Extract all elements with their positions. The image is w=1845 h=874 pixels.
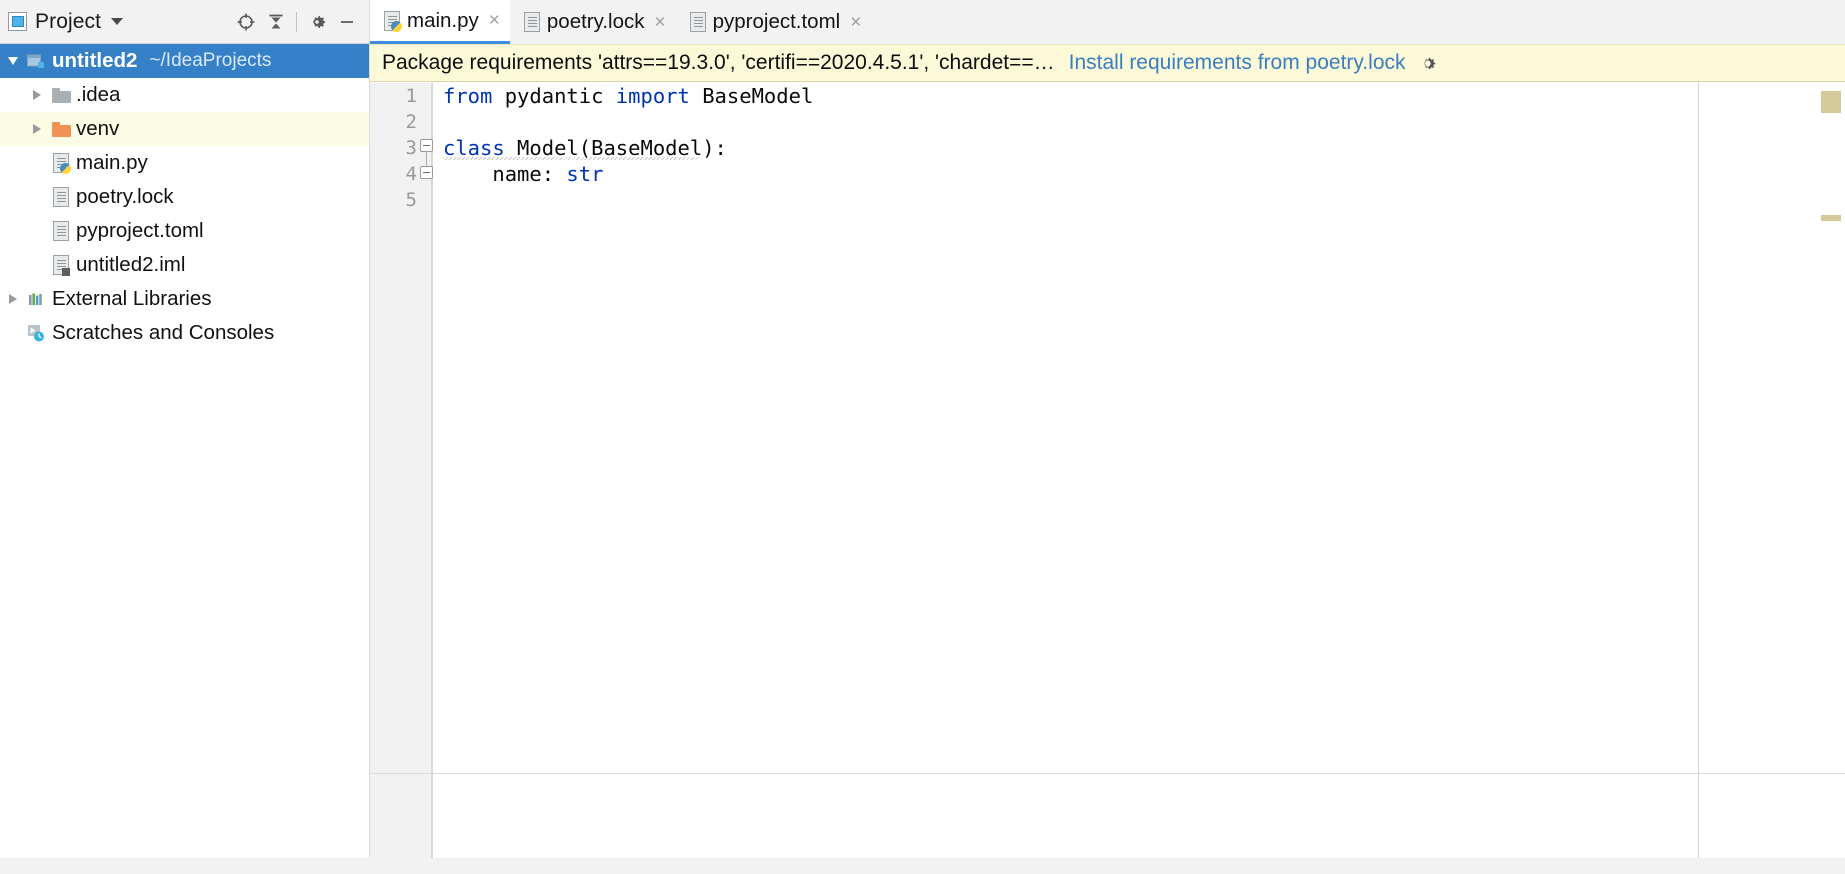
tree-item-untitled2[interactable]: untitled2 ~/IdeaProjects xyxy=(0,44,370,78)
fold-marker-body[interactable] xyxy=(420,166,433,179)
line-number: 4 xyxy=(405,163,417,185)
tree-item-poetry-lock[interactable]: poetry.lock xyxy=(0,180,370,214)
tree-item-venv[interactable]: venv xyxy=(0,112,370,146)
tree-item-path: ~/IdeaProjects xyxy=(149,50,272,71)
text-file-icon xyxy=(689,12,706,32)
expand-arrow-icon[interactable] xyxy=(2,294,24,304)
settings-gear-icon[interactable] xyxy=(1418,54,1437,73)
toolbar-separator xyxy=(296,11,297,32)
project-tool-window: Project untitled2 ~/IdeaProjects .idea v… xyxy=(0,0,370,874)
tree-item-external-libraries[interactable]: External Libraries xyxy=(0,282,370,316)
expand-arrow-icon[interactable] xyxy=(26,90,48,100)
code-line: name: str xyxy=(443,162,604,186)
warning-marker[interactable] xyxy=(1821,91,1841,113)
collapse-all-icon[interactable] xyxy=(261,7,291,37)
inspection-squiggle xyxy=(443,157,698,160)
pycharm-ide-window: Project untitled2 ~/IdeaProjects .idea v… xyxy=(0,0,1845,874)
project-panel-icon xyxy=(8,12,27,31)
text-file-icon xyxy=(48,220,74,242)
right-margin-rule xyxy=(1698,83,1699,858)
close-icon[interactable]: × xyxy=(489,11,500,30)
line-number-gutter[interactable]: 1 2 3 4 5 xyxy=(370,83,432,858)
text-file-icon xyxy=(523,12,540,32)
folder-orange-icon xyxy=(48,118,74,140)
external-libraries-icon xyxy=(24,288,50,310)
editor-tab-label: main.py xyxy=(407,8,479,32)
project-file-tree[interactable]: untitled2 ~/IdeaProjects .idea venv main… xyxy=(0,44,370,874)
editor-tab-pyproject-toml[interactable]: pyproject.toml × xyxy=(676,0,872,44)
python-file-icon xyxy=(48,152,74,174)
editor-tab-label: pyproject.toml xyxy=(712,10,841,33)
hide-panel-icon[interactable] xyxy=(332,7,362,37)
tree-item-pyproject-toml[interactable]: pyproject.toml xyxy=(0,214,370,248)
change-marker[interactable] xyxy=(1821,215,1841,221)
expand-arrow-icon[interactable] xyxy=(26,124,48,134)
tree-item-label: main.py xyxy=(76,150,148,174)
editor-tab-bar: main.py × poetry.lock × pyproject.toml × xyxy=(370,0,1845,44)
fold-marker-class[interactable] xyxy=(420,139,433,152)
folder-grey-icon xyxy=(48,84,74,106)
status-bar-strip xyxy=(0,858,1845,874)
python-file-icon xyxy=(384,10,402,32)
code-text-area[interactable]: from pydantic import BaseModel class Mod… xyxy=(433,83,1698,858)
scratches-icon xyxy=(24,322,50,344)
editor-tab-label: poetry.lock xyxy=(546,10,645,33)
code-line: from pydantic import BaseModel xyxy=(443,84,814,108)
editor-tab-main-py[interactable]: main.py × xyxy=(370,0,510,44)
line-number: 1 xyxy=(405,85,417,107)
text-file-icon xyxy=(48,186,74,208)
fold-region-line xyxy=(426,152,427,166)
iml-file-icon xyxy=(48,254,74,276)
select-opened-file-icon[interactable] xyxy=(231,7,261,37)
install-requirements-link[interactable]: Install requirements from poetry.lock xyxy=(1069,51,1406,75)
editor-bottom-border xyxy=(370,773,1845,774)
editor-tab-poetry-lock[interactable]: poetry.lock × xyxy=(510,0,676,44)
expand-arrow-icon[interactable] xyxy=(2,57,24,65)
tree-item-label: venv xyxy=(76,116,120,140)
tree-item-label: poetry.lock xyxy=(76,184,174,208)
line-number: 5 xyxy=(405,189,417,211)
notification-message: Package requirements 'attrs==19.3.0', 'c… xyxy=(382,51,1055,74)
tree-item-label: pyproject.toml xyxy=(76,218,204,242)
tree-item-main-py[interactable]: main.py xyxy=(0,146,370,180)
tree-item-label: .idea xyxy=(76,82,121,106)
line-number: 3 xyxy=(405,137,417,159)
package-requirements-notification: Package requirements 'attrs==19.3.0', 'c… xyxy=(370,44,1845,82)
tree-item-label: untitled2.iml xyxy=(76,252,186,276)
chevron-down-icon[interactable] xyxy=(111,18,124,25)
tree-item-untitled2-iml[interactable]: untitled2.iml xyxy=(0,248,370,282)
project-panel-toolbar-buttons xyxy=(231,7,370,37)
project-panel-toolbar: Project xyxy=(0,0,370,44)
tree-item-scratches-and-consoles[interactable]: Scratches and Consoles xyxy=(0,316,370,350)
editor-area: main.py × poetry.lock × pyproject.toml ×… xyxy=(370,0,1845,874)
code-editor[interactable]: 1 2 3 4 5 from pydantic import BaseModel… xyxy=(370,83,1845,858)
tree-item-label: Scratches and Consoles xyxy=(52,320,275,344)
tree-item-idea[interactable]: .idea xyxy=(0,78,370,112)
close-icon[interactable]: × xyxy=(655,13,666,32)
settings-gear-icon[interactable] xyxy=(302,7,332,37)
project-panel-title-group[interactable]: Project xyxy=(0,9,124,34)
tree-item-label: External Libraries xyxy=(52,286,212,310)
line-number: 2 xyxy=(405,111,417,133)
project-module-icon xyxy=(24,50,50,72)
tree-item-label: untitled2 xyxy=(52,48,138,72)
project-panel-title: Project xyxy=(35,9,102,33)
close-icon[interactable]: × xyxy=(850,13,861,32)
editor-marker-gutter[interactable] xyxy=(1807,83,1845,858)
